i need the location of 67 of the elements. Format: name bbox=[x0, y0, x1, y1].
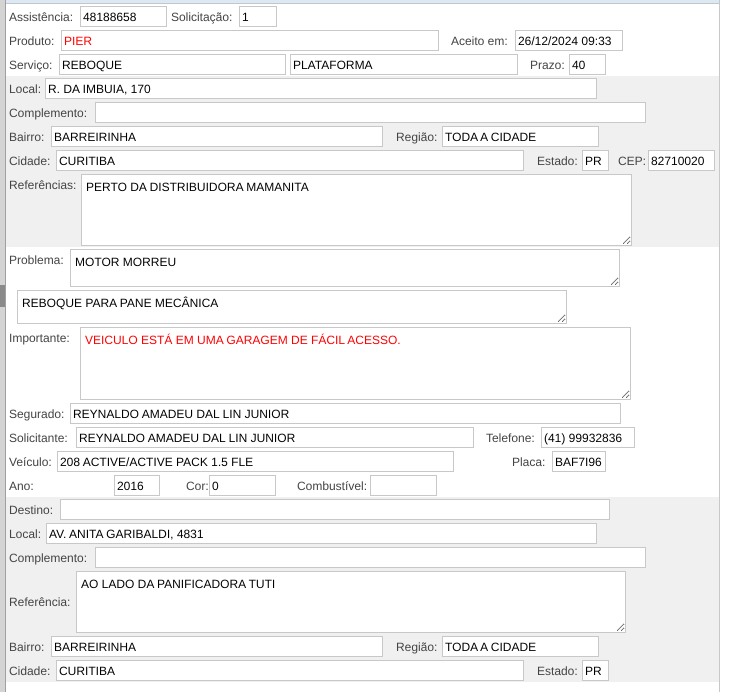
field-label: Importante: bbox=[9, 330, 70, 347]
text-field[interactable]: PIER bbox=[61, 30, 439, 51]
text-field[interactable]: 48188658 bbox=[80, 6, 167, 27]
field-label: Complemento: bbox=[9, 104, 88, 122]
field-label: Bairro: bbox=[9, 128, 44, 146]
field-label: Prazo: bbox=[530, 56, 565, 74]
text-field[interactable]: R. DA IMBUIA, 170 bbox=[45, 78, 597, 99]
text-field[interactable]: TODA A CIDADE bbox=[442, 636, 599, 657]
text-field[interactable]: BARREIRINHA bbox=[51, 636, 383, 657]
text-field[interactable]: CURITIBA bbox=[56, 150, 524, 171]
text-field[interactable]: REYNALDO AMADEU DAL LIN JUNIOR bbox=[70, 403, 621, 424]
text-field[interactable]: CURITIBA bbox=[56, 660, 524, 681]
field-label: Problema: bbox=[9, 252, 64, 269]
text-field[interactable] bbox=[370, 475, 437, 496]
field-label: Região: bbox=[396, 128, 438, 146]
field-label: Ano: bbox=[9, 478, 34, 494]
field-label: Segurado: bbox=[9, 406, 64, 422]
text-field[interactable]: PLATAFORMA bbox=[290, 54, 518, 75]
field-label: Estado: bbox=[537, 662, 578, 680]
text-field[interactable]: REYNALDO AMADEU DAL LIN JUNIOR bbox=[76, 427, 474, 448]
text-field[interactable]: 26/12/2024 09:33 bbox=[515, 30, 623, 51]
field-label: Destino: bbox=[9, 502, 54, 518]
field-label: Telefone: bbox=[486, 430, 535, 446]
field-label: CEP: bbox=[618, 152, 646, 170]
scroll-thumb[interactable] bbox=[0, 285, 5, 307]
text-field[interactable] bbox=[95, 102, 646, 123]
text-field[interactable]: 82710020 bbox=[648, 150, 715, 171]
text-field[interactable]: PR bbox=[582, 660, 609, 681]
text-field[interactable]: AV. ANITA GARIBALDI, 4831 bbox=[46, 523, 597, 544]
text-area[interactable]: MOTOR MORREU bbox=[70, 249, 620, 287]
field-label: Placa: bbox=[512, 454, 546, 470]
field-label: Assistência: bbox=[9, 8, 74, 26]
text-field[interactable]: 0 bbox=[209, 475, 276, 496]
field-label: Cidade: bbox=[9, 662, 50, 680]
text-field[interactable]: PR bbox=[582, 150, 609, 171]
text-area[interactable]: REBOQUE PARA PANE MECÂNICA bbox=[17, 290, 567, 324]
field-label: Cor: bbox=[186, 478, 209, 494]
text-area[interactable]: PERTO DA DISTRIBUIDORA MAMANITA bbox=[81, 174, 632, 246]
field-label: Local: bbox=[9, 526, 42, 542]
field-label: Solicitação: bbox=[171, 8, 232, 26]
field-label: Bairro: bbox=[9, 638, 44, 656]
text-area[interactable]: AO LADO DA PANIFICADORA TUTI bbox=[76, 571, 626, 633]
text-field[interactable]: 2016 bbox=[114, 475, 160, 496]
field-label: Estado: bbox=[537, 152, 578, 170]
text-field[interactable]: (41) 99932836 bbox=[541, 427, 635, 448]
field-label: Veículo: bbox=[9, 454, 52, 470]
field-label: Solicitante: bbox=[9, 430, 68, 446]
text-field[interactable]: BAF7I96 bbox=[552, 451, 606, 472]
text-field[interactable] bbox=[95, 547, 646, 568]
field-label: Cidade: bbox=[9, 152, 50, 170]
field-label: Região: bbox=[396, 638, 438, 656]
field-label: Local: bbox=[9, 80, 42, 98]
text-field[interactable]: BARREIRINHA bbox=[51, 126, 383, 147]
text-field[interactable]: REBOQUE bbox=[59, 54, 286, 75]
field-label: Referência: bbox=[9, 594, 70, 611]
field-label: Complemento: bbox=[9, 550, 88, 566]
text-area[interactable]: VEICULO ESTÁ EM UMA GARAGEM DE FÁCIL ACESSO. bbox=[80, 327, 631, 400]
text-field[interactable] bbox=[60, 499, 610, 520]
text-field[interactable]: 1 bbox=[239, 6, 277, 27]
field-label: Combustível: bbox=[297, 478, 368, 494]
text-field[interactable]: 208 ACTIVE/ACTIVE PACK 1.5 FLE bbox=[57, 451, 454, 472]
field-label: Serviço: bbox=[9, 56, 52, 74]
field-label: Produto: bbox=[9, 32, 54, 50]
text-field[interactable]: 40 bbox=[569, 54, 606, 75]
field-label: Aceito em: bbox=[451, 32, 508, 50]
field-label: Referências: bbox=[9, 177, 76, 194]
text-field[interactable]: TODA A CIDADE bbox=[442, 126, 599, 147]
